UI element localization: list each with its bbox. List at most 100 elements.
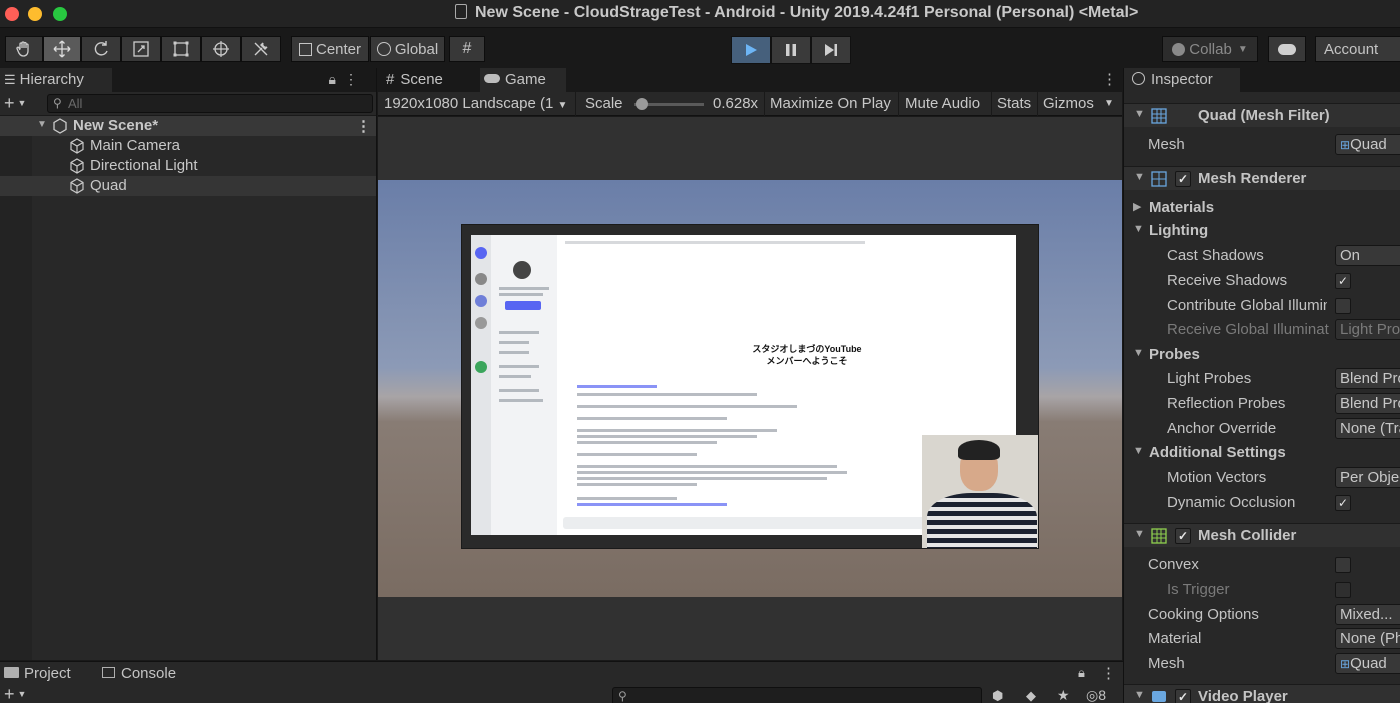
document-icon [455, 4, 467, 19]
scale-tool-button[interactable] [121, 36, 161, 62]
favorite-star-icon[interactable]: ★ [1057, 687, 1070, 703]
receive-shadows-checkbox[interactable]: ✓ [1335, 273, 1351, 289]
hidden-packages-toggle[interactable]: ◎8 [1086, 687, 1106, 703]
rect-tool-button[interactable] [161, 36, 201, 62]
tab-console[interactable]: Console [98, 662, 182, 686]
cloud-button[interactable] [1268, 36, 1306, 62]
maximize-on-play-toggle[interactable]: Maximize On Play [770, 95, 891, 112]
gizmos-dropdown-arrow[interactable]: ▼ [1104, 98, 1114, 109]
video-player-header[interactable]: ▼ ✓ Video Player [1124, 684, 1400, 703]
mesh-renderer-header[interactable]: ▼ ✓ Mesh Renderer [1124, 166, 1400, 190]
additional-settings-foldout[interactable]: ▼ Additional Settings [1124, 441, 1400, 465]
mesh-collider-header[interactable]: ▼ ✓ Mesh Collider [1124, 523, 1400, 547]
reflection-probes-label: Reflection Probes [1167, 395, 1286, 412]
lock-icon[interactable]: 🔒︎ [329, 71, 344, 87]
hash-icon: # [386, 71, 395, 88]
move-tool-button[interactable] [43, 36, 81, 62]
transform-tool-button[interactable] [201, 36, 241, 62]
scene-tab-label: Scene [400, 71, 443, 88]
play-button[interactable] [731, 36, 771, 64]
view-menu-icon[interactable]: ⋮ [1102, 70, 1117, 88]
mesh-collider-enabled-checkbox[interactable]: ✓ [1175, 528, 1191, 544]
zoom-window-button[interactable] [53, 7, 67, 21]
foldout-arrow-icon[interactable]: ▼ [1134, 528, 1145, 540]
tab-scene[interactable]: # Scene [382, 68, 480, 92]
custom-tool-button[interactable] [241, 36, 281, 62]
scene-row[interactable]: ▼ New Scene* ⋮ [0, 116, 376, 136]
rotate-tool-button[interactable] [81, 36, 121, 62]
dynamic-occlusion-checkbox[interactable]: ✓ [1335, 495, 1351, 511]
scale-slider[interactable] [634, 98, 704, 110]
panel-menu[interactable]: 🔒︎⋮ [329, 71, 366, 88]
materials-foldout[interactable]: ▶ Materials [1124, 196, 1400, 220]
motion-vectors-dropdown[interactable]: Per Objec [1335, 467, 1400, 488]
cooking-options-dropdown[interactable]: Mixed... [1335, 604, 1400, 625]
grid-snap-icon: # [462, 40, 472, 57]
game-canvas[interactable]: スタジオしまづのYouTube メンバーへようこそ [378, 117, 1122, 660]
scale-slider-thumb[interactable] [636, 98, 649, 110]
welcome-line-2: メンバーへようこそ [766, 356, 848, 366]
mesh-renderer-icon [1151, 171, 1167, 187]
chevron-down-icon: ▼ [1237, 43, 1248, 55]
project-search-input[interactable]: ⚲ [612, 687, 982, 703]
mesh-object-field[interactable]: ⊞Quad [1335, 134, 1400, 155]
pause-button[interactable] [771, 36, 811, 64]
foldout-arrow-icon[interactable]: ▼ [1134, 171, 1145, 183]
close-window-button[interactable] [5, 7, 19, 21]
chevron-down-icon: ▼ [17, 689, 27, 699]
panel-menu-icon[interactable]: ⋮ [1101, 664, 1116, 682]
foldout-arrow-icon[interactable]: ▼ [1134, 689, 1145, 701]
hierarchy-item-quad[interactable]: Quad [0, 176, 376, 196]
mesh-filter-header[interactable]: ▼ Quad (Mesh Filter) [1124, 103, 1400, 127]
video-player-enabled-checkbox[interactable]: ✓ [1175, 689, 1191, 703]
lock-icon[interactable]: 🔒︎ [1078, 665, 1085, 681]
lighting-foldout[interactable]: ▼ Lighting [1124, 219, 1400, 243]
tab-inspector[interactable]: Inspector [1124, 68, 1240, 92]
type-filter-icon[interactable]: ⬢ [992, 688, 1003, 703]
convex-checkbox[interactable] [1335, 557, 1351, 573]
create-dropdown-button[interactable]: + ▼ [4, 93, 26, 114]
hierarchy-item-directional-light[interactable]: Directional Light [0, 156, 376, 176]
contribute-gi-checkbox[interactable] [1335, 298, 1351, 314]
mute-audio-toggle[interactable]: Mute Audio [905, 95, 980, 112]
hierarchy-search-input[interactable]: ⚲ All [47, 94, 373, 113]
play-icon [746, 44, 757, 56]
gizmos-toggle[interactable]: Gizmos [1043, 95, 1094, 112]
anchor-override-field[interactable]: None (Tra [1335, 418, 1400, 439]
hierarchy-item-label: Directional Light [90, 157, 198, 174]
minimize-window-button[interactable] [28, 7, 42, 21]
motion-vectors-row: Motion Vectors Per Objec [1124, 466, 1400, 490]
collider-mesh-field[interactable]: ⊞Quad [1335, 653, 1400, 674]
tab-hierarchy[interactable]: ☰ Hierarchy [0, 68, 112, 92]
resolution-dropdown[interactable]: 1920x1080 Landscape (1 ▼ [384, 95, 567, 112]
scene-menu-icon[interactable]: ⋮ [356, 117, 371, 135]
console-icon [102, 667, 115, 678]
hierarchy-item-main-camera[interactable]: Main Camera [0, 136, 376, 156]
probes-foldout[interactable]: ▼ Probes [1124, 343, 1400, 367]
project-tab-label: Project [24, 665, 71, 682]
space-global-toggle[interactable]: Global [370, 36, 445, 62]
hand-tool-button[interactable] [5, 36, 43, 62]
mesh-renderer-enabled-checkbox[interactable]: ✓ [1175, 171, 1191, 187]
mesh-renderer-title: Mesh Renderer [1198, 170, 1307, 187]
account-dropdown[interactable]: Account [1315, 36, 1400, 62]
light-probes-dropdown[interactable]: Blend Pro [1335, 368, 1400, 389]
cast-shadows-dropdown[interactable]: On [1335, 245, 1400, 266]
create-dropdown-button[interactable]: + ▼ [4, 684, 26, 703]
unity-scene-icon [52, 118, 68, 138]
collider-material-label: Material [1148, 630, 1202, 647]
step-button[interactable] [811, 36, 851, 64]
collider-material-field[interactable]: None (Ph [1335, 628, 1400, 649]
kebab-menu-icon[interactable]: ⋮ [344, 71, 366, 87]
foldout-arrow-icon[interactable]: ▼ [1134, 108, 1145, 120]
label-filter-icon[interactable]: ◆ [1026, 688, 1036, 703]
grid-snap-button[interactable]: # [449, 36, 485, 62]
cast-shadows-label: Cast Shadows [1167, 247, 1264, 264]
pivot-center-toggle[interactable]: Center [291, 36, 369, 62]
tab-project[interactable]: Project [0, 662, 77, 686]
stats-toggle[interactable]: Stats [997, 95, 1031, 112]
collab-dropdown[interactable]: Collab ▼ [1162, 36, 1258, 62]
tab-game[interactable]: Game [480, 68, 566, 92]
cast-shadows-row: Cast Shadows On [1124, 244, 1400, 268]
reflection-probes-dropdown[interactable]: Blend Pro [1335, 393, 1400, 414]
